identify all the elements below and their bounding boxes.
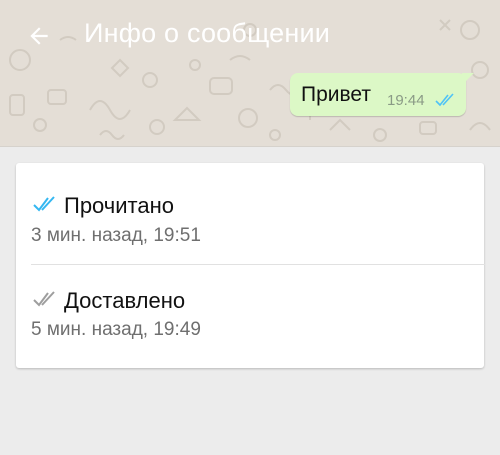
delivered-time: 5 мин. назад, 19:49	[31, 319, 201, 340]
message-info-card: Прочитано 3 мин. назад, 19:51 Доставлено…	[16, 163, 485, 368]
app-bar: Инфо о сообщении	[0, 0, 500, 70]
double-check-icon	[33, 196, 55, 212]
header-divider	[0, 146, 500, 147]
delivered-label: Доставлено	[64, 288, 186, 313]
page-title: Инфо о сообщении	[84, 18, 331, 48]
read-label: Прочитано	[64, 193, 174, 218]
read-status-row: Прочитано 3 мин. назад, 19:51	[16, 163, 484, 263]
double-check-icon	[435, 93, 454, 107]
arrow-back-icon	[30, 27, 48, 45]
message-text: Привет	[301, 83, 372, 106]
double-check-icon	[33, 291, 55, 307]
message-time: 19:44	[387, 92, 425, 109]
back-button[interactable]	[22, 19, 56, 53]
read-time: 3 мин. назад, 19:51	[31, 225, 201, 246]
delivered-status-row: Доставлено 5 мин. назад, 19:49	[16, 265, 484, 365]
bubble-tail	[462, 73, 474, 85]
message-bubble[interactable]: Привет 19:44	[290, 73, 474, 116]
